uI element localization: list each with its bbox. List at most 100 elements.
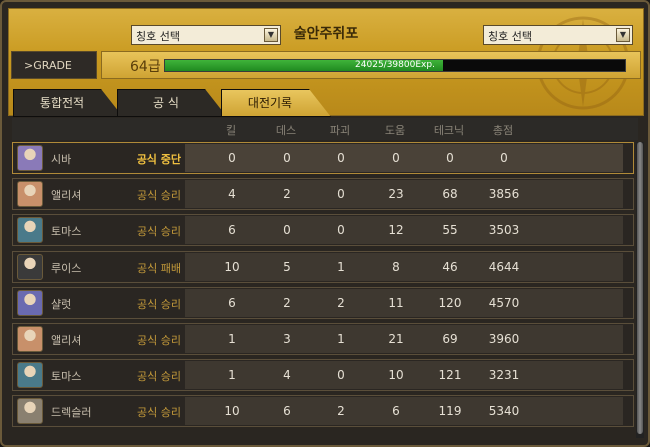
character-avatar <box>17 145 43 171</box>
tab-total-record[interactable]: 통합전적 <box>13 89 123 117</box>
cell-death: 5 <box>283 259 291 274</box>
cell-technique: 119 <box>438 404 462 419</box>
tab-official[interactable]: 공 식 <box>117 89 227 117</box>
cell-technique: 0 <box>446 151 454 165</box>
stats-panel: 10 5 1 8 46 4644 <box>185 252 623 281</box>
cell-kill: 1 <box>228 332 236 346</box>
table-row[interactable]: 앨리셔 공식 승리 4 2 0 23 68 3856 <box>12 178 634 211</box>
table-row[interactable]: 앨리셔 공식 승리 1 3 1 21 69 3960 <box>12 323 634 355</box>
cell-total-score: 3856 <box>488 187 520 202</box>
level-text: 64급 <box>130 59 161 75</box>
character-avatar <box>17 326 43 352</box>
match-result: 공식 승리 <box>137 334 181 347</box>
cell-death: 2 <box>283 295 291 310</box>
cell-technique: 120 <box>438 295 462 310</box>
cell-kill: 10 <box>224 259 240 274</box>
column-total-score: 총점 <box>492 124 514 137</box>
cell-assist: 11 <box>388 295 404 310</box>
grade-label-box: >GRADE <box>11 51 97 79</box>
cell-kill: 6 <box>228 223 236 238</box>
character-name: 토마스 <box>51 370 82 384</box>
cell-total-score: 0 <box>500 151 508 165</box>
cell-death: 0 <box>283 223 291 238</box>
cell-death: 0 <box>283 151 291 165</box>
column-kill: 킬 <box>225 124 237 137</box>
cell-destroy: 0 <box>337 368 345 383</box>
cell-destroy: 0 <box>337 187 345 202</box>
cell-destroy: 0 <box>337 223 345 238</box>
table-row[interactable]: 샬럿 공식 승리 6 2 2 11 120 4570 <box>12 286 634 319</box>
cell-total-score: 3503 <box>488 223 520 238</box>
stats-panel: 1 3 1 21 69 3960 <box>185 325 623 353</box>
tab-label: 대전기록 <box>247 96 293 110</box>
table-row[interactable]: 시바 공식 중단 0 0 0 0 0 0 <box>12 142 634 174</box>
column-destroy: 파괴 <box>329 124 351 137</box>
match-result: 공식 승리 <box>137 370 181 384</box>
stats-panel: 6 0 0 12 55 3503 <box>185 216 623 245</box>
cell-death: 3 <box>283 332 291 346</box>
cell-death: 6 <box>283 404 291 419</box>
table-row[interactable]: 드렉슬러 공식 승리 10 6 2 6 119 5340 <box>12 395 634 428</box>
chevron-down-icon[interactable]: ▼ <box>616 28 630 42</box>
character-name: 시바 <box>51 153 72 166</box>
character-avatar <box>17 398 43 425</box>
cell-technique: 69 <box>442 332 458 346</box>
cell-technique: 121 <box>438 368 462 383</box>
cell-destroy: 0 <box>337 151 345 165</box>
character-avatar <box>17 362 43 389</box>
cell-total-score: 4644 <box>488 259 520 274</box>
character-name: 샬럿 <box>51 297 72 311</box>
character-name: 앨리셔 <box>51 189 82 203</box>
exp-progress-bar: 24025/39800Exp. <box>164 59 626 72</box>
stats-panel: 0 0 0 0 0 0 <box>185 144 623 172</box>
column-technique: 테크닉 <box>433 124 465 137</box>
chevron-right-icon: > <box>24 59 34 72</box>
character-name: 앨리셔 <box>51 334 82 347</box>
match-result: 공식 승리 <box>137 406 181 420</box>
scrollbar-thumb[interactable] <box>637 142 643 434</box>
grade-label: GRADE <box>33 59 72 72</box>
cell-destroy: 2 <box>337 295 345 310</box>
tab-battle-record[interactable]: 대전기록 <box>221 89 331 117</box>
cell-destroy: 2 <box>337 404 345 419</box>
cell-death: 4 <box>283 368 291 383</box>
character-avatar <box>17 289 43 316</box>
right-title-select[interactable]: 칭호 선택 ▼ <box>483 25 633 45</box>
character-name: 토마스 <box>51 225 82 239</box>
column-death: 데스 <box>275 124 297 137</box>
match-result: 공식 승리 <box>137 189 181 203</box>
cell-kill: 10 <box>224 404 240 419</box>
cell-total-score: 4570 <box>488 295 520 310</box>
character-avatar <box>17 253 43 280</box>
cell-kill: 0 <box>228 151 236 165</box>
cell-assist: 12 <box>388 223 404 238</box>
tab-label: 통합전적 <box>39 96 85 110</box>
match-result: 공식 중단 <box>136 153 181 166</box>
stats-panel: 6 2 2 11 120 4570 <box>185 288 623 317</box>
cell-assist: 21 <box>388 332 404 346</box>
cell-destroy: 1 <box>337 259 345 274</box>
level-box: 64급 24025/39800Exp. <box>101 51 641 79</box>
match-result: 공식 승리 <box>137 225 181 239</box>
cell-kill: 6 <box>228 295 236 310</box>
character-name: 드렉슬러 <box>51 406 92 420</box>
cell-assist: 10 <box>388 368 404 383</box>
column-assist: 도움 <box>384 124 406 137</box>
table-row[interactable]: 토마스 공식 승리 1 4 0 10 121 3231 <box>12 359 634 392</box>
cell-total-score: 5340 <box>488 404 520 419</box>
right-select-value: 칭호 선택 <box>488 30 532 43</box>
header-panel: 칭호 선택 ▼ 술안주쥐포 칭호 선택 ▼ >GRADE 64급 24025/3… <box>8 8 644 117</box>
cell-kill: 1 <box>228 368 236 383</box>
character-avatar <box>17 181 43 208</box>
cell-total-score: 3231 <box>488 368 520 383</box>
column-header-row: 킬 데스 파괴 도움 테크닉 총점 <box>12 118 638 140</box>
character-avatar <box>17 217 43 244</box>
cell-death: 2 <box>283 187 291 202</box>
cell-assist: 8 <box>392 259 400 274</box>
battle-record-window: 칭호 선택 ▼ 술안주쥐포 칭호 선택 ▼ >GRADE 64급 24025/3… <box>0 0 650 447</box>
table-row[interactable]: 루이스 공식 패배 10 5 1 8 46 4644 <box>12 250 634 283</box>
character-name: 루이스 <box>51 261 82 275</box>
table-row[interactable]: 토마스 공식 승리 6 0 0 12 55 3503 <box>12 214 634 247</box>
cell-technique: 46 <box>442 259 458 274</box>
scrollbar[interactable] <box>636 142 644 438</box>
